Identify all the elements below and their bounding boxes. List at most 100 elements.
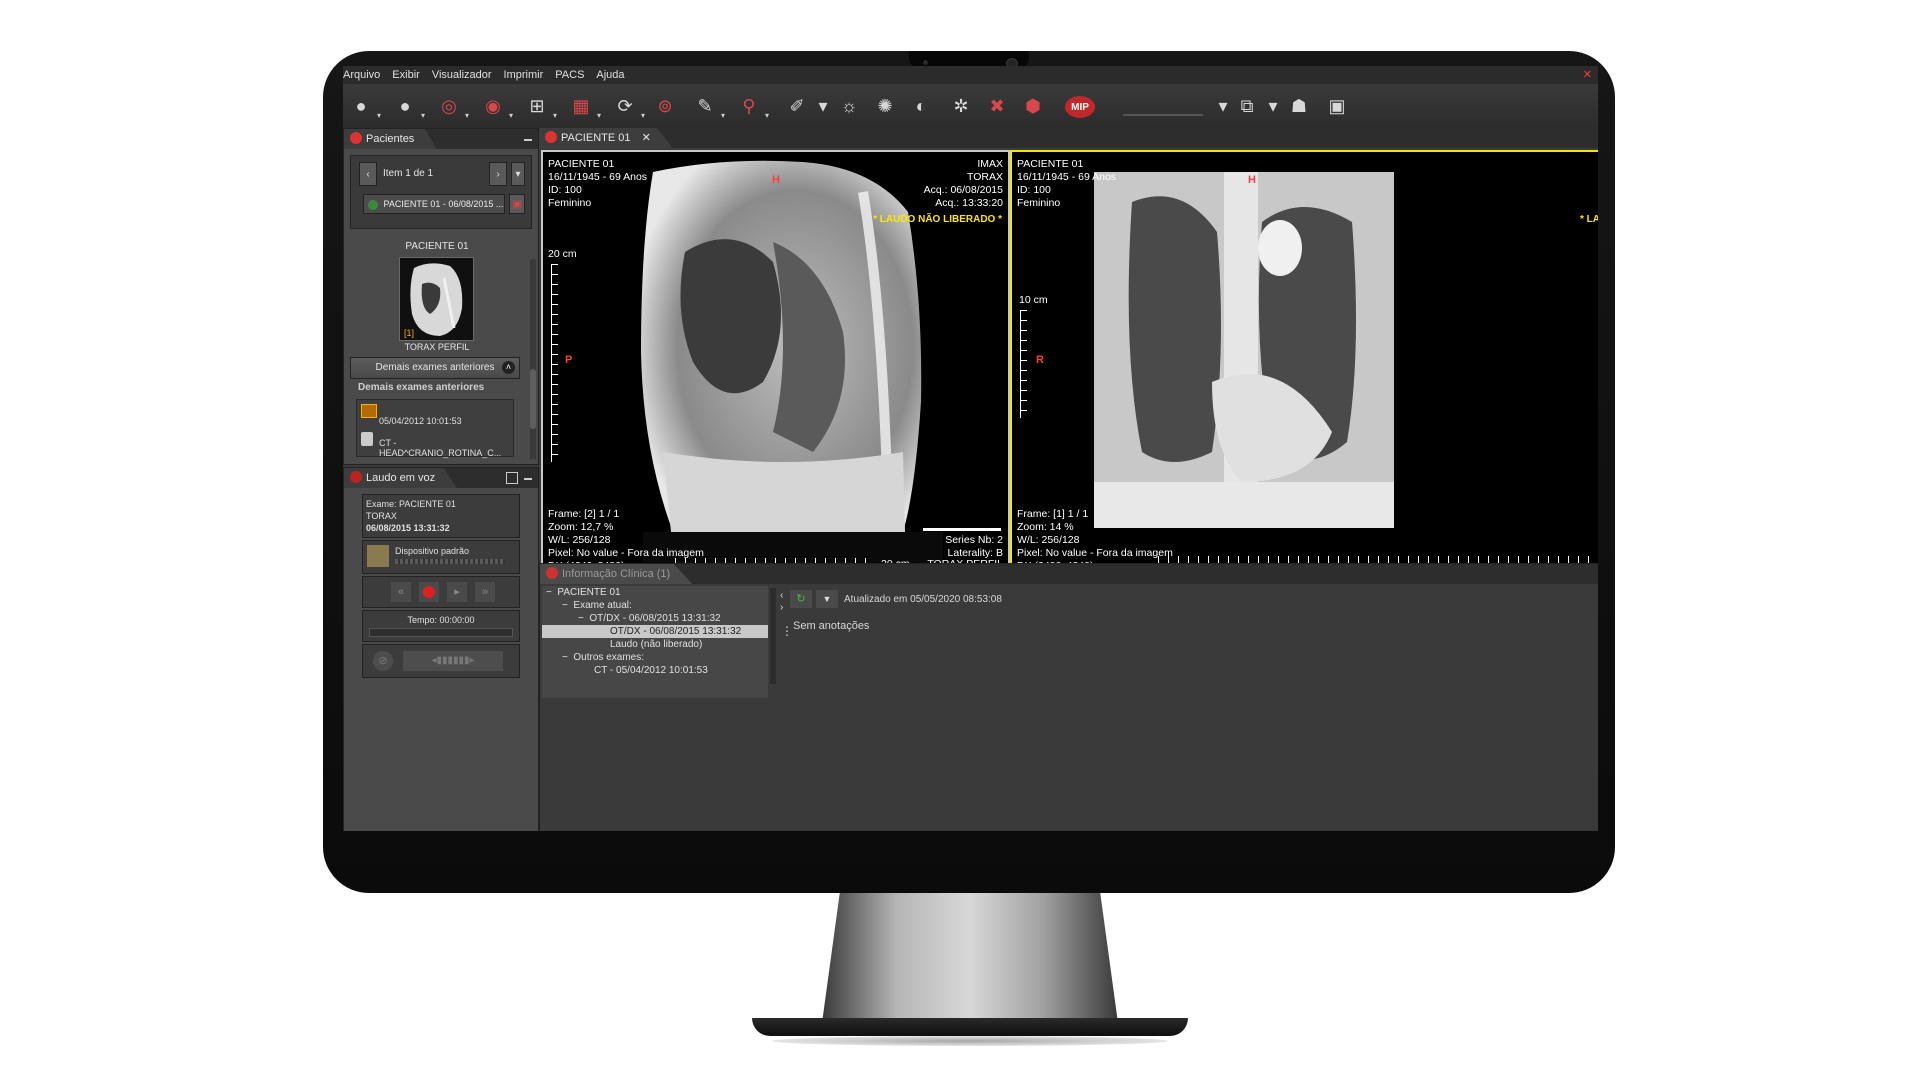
refresh-icon[interactable]: ↻ [790, 590, 812, 608]
contrast-icon[interactable]: ✺ [871, 92, 899, 120]
viewport-right[interactable]: PACIENTE 01 16/11/1945 - 69 Anos ID: 100… [1010, 150, 1598, 575]
patient-search-icon[interactable]: ● ▾ [391, 92, 425, 121]
mip-button[interactable]: MIP [1065, 96, 1095, 118]
tree-scrollbar[interactable] [770, 588, 776, 684]
patient-import-icon[interactable]: ◉ ▾ [479, 92, 513, 121]
menu-exibir[interactable]: Exibir [392, 69, 420, 81]
dropdown-icon[interactable]: ▾ [809, 92, 837, 120]
cancel-icon[interactable]: ⊘ [373, 651, 393, 671]
tab-laudo-em-voz[interactable]: Laudo em voz [344, 468, 458, 488]
tab-paciente-01[interactable]: PACIENTE 01 ✕ [539, 128, 673, 148]
study-overlay-left: IMAX TORAX Acq.: 06/08/2015 Acq.: 13:33:… [924, 158, 1003, 210]
play-icon[interactable]: ▸ [447, 582, 467, 602]
patient-zoom-icon[interactable]: ◎ ▾ [435, 92, 469, 121]
next-patient-button[interactable]: › [489, 162, 507, 186]
collapse-icon[interactable]: ˄ [502, 361, 515, 374]
patient-sex: Feminino [548, 197, 592, 209]
patients-tab-icon [545, 131, 557, 143]
close-tab-icon[interactable]: ✕ [642, 132, 651, 144]
viewer-tab-strip: PACIENTE 01 ✕ [539, 128, 1598, 148]
patients-scrollbar[interactable] [530, 259, 536, 459]
users-icon[interactable]: ☗ [1285, 92, 1313, 120]
series-thumbnail[interactable]: [1] [399, 257, 474, 341]
clinical-info-icon [546, 567, 558, 579]
previous-exam-item[interactable]: 05/04/2012 10:01:53 CT - HEAD^CRANIO_ROT… [356, 399, 514, 458]
orientation-top: H [1248, 174, 1256, 186]
acq-date: Acq.: 06/08/2015 [923, 184, 1003, 196]
popout-icon[interactable] [506, 472, 518, 484]
measure-icon[interactable]: ✐ [783, 92, 811, 120]
minimize-icon[interactable] [524, 478, 532, 480]
menu-visualizador[interactable]: Visualizador [432, 69, 492, 81]
exam-select[interactable]: PACIENTE 01 - 06/08/2015 ... [363, 194, 505, 214]
series-bar [923, 528, 1001, 531]
send-audio-button[interactable]: ◂▮▮▮▮▮▮▸ [403, 651, 503, 671]
invert-icon[interactable]: ◐ [907, 92, 935, 120]
tree-other-exams[interactable]: − Outros exames: [542, 651, 768, 664]
viewport-left[interactable]: PACIENTE 01 16/11/1945 - 69 Anos ID: 100… [541, 150, 1010, 575]
3d-icon[interactable]: ✲ [947, 92, 975, 120]
play-icon [368, 199, 378, 210]
tab-label: PACIENTE 01 [561, 132, 631, 144]
scroll-thumb[interactable] [530, 369, 536, 429]
exam-action-icon[interactable]: ▣ [509, 194, 525, 214]
recording-time: Tempo: 00:00:00 [362, 610, 520, 642]
nav-menu-button[interactable]: ▾ [511, 162, 525, 186]
tiles-icon[interactable]: ▣ [1323, 92, 1351, 120]
series-layout-icon[interactable]: ⧉ [1233, 92, 1261, 120]
tab-informacao-clinica[interactable]: Informação Clínica (1) [540, 564, 693, 584]
notes-text: Sem anotações [793, 620, 870, 632]
menu-imprimir[interactable]: Imprimir [504, 69, 544, 81]
menu-pacs[interactable]: PACS [555, 69, 584, 81]
more-options-icon[interactable]: ⋮ [781, 624, 793, 638]
tree-other-exam-item[interactable]: CT - 05/04/2012 10:01:53 [542, 664, 768, 677]
brightness-icon[interactable]: ☼ [835, 92, 863, 120]
dropdown-icon[interactable]: ▼ [816, 590, 838, 608]
tree-patient[interactable]: − PACIENTE 01 [542, 586, 768, 599]
sensor-icon [923, 60, 928, 65]
vertical-scale-ruler [1020, 310, 1027, 418]
tab-pacientes[interactable]: Pacientes [344, 129, 437, 149]
layout-icon[interactable]: ⊞ ▾ [523, 92, 557, 121]
fast-forward-icon[interactable]: » [475, 582, 495, 602]
minimize-icon[interactable] [524, 139, 532, 141]
microphone-device-icon [367, 545, 389, 567]
collapse-right-icon[interactable]: › [780, 602, 783, 613]
cube-icon[interactable]: ⬢ [1019, 92, 1047, 120]
audio-level-meter [395, 559, 505, 564]
toolbar-slider[interactable] [1123, 114, 1203, 116]
tree-exam-item[interactable]: − OT/DX - 06/08/2015 13:31:32 [542, 612, 768, 625]
close-app-icon[interactable]: ✕ [1583, 68, 1592, 81]
patient-icon[interactable]: ● ▾ [347, 92, 381, 121]
record-button[interactable] [419, 582, 439, 602]
tree-current-exam[interactable]: − Exame atual: [542, 599, 768, 612]
scale-label: 10 cm [1019, 294, 1048, 306]
grid-icon[interactable]: ▦ ▾ [567, 92, 601, 121]
voice-exam-line3: 06/08/2015 13:31:32 [366, 523, 450, 533]
menu-ajuda[interactable]: Ajuda [596, 69, 624, 81]
annotate-icon[interactable]: ✎ ▾ [691, 92, 725, 121]
scale-label: 20 cm [548, 248, 577, 260]
time-label: Tempo: 00:00:00 [407, 615, 475, 625]
voice-exam-info: Exame: PACIENTE 01 TORAX 06/08/2015 13:3… [362, 494, 520, 538]
previous-exams-button[interactable]: Demais exames anteriores ˄ [350, 357, 520, 379]
tree-report[interactable]: Laudo (não liberado) [542, 638, 768, 651]
sync-icon[interactable]: ⟳ ▾ [611, 92, 645, 121]
voice-exam-line1: Exame: PACIENTE 01 [366, 499, 456, 509]
time-progress [369, 628, 513, 637]
reconstruction-icon[interactable]: ✖ [983, 92, 1011, 120]
wl-info: W/L: 256/128 [1017, 534, 1080, 546]
previous-exam-desc: CT - HEAD^CRANIO_ROTINA_C... [379, 438, 502, 458]
rotate-icon[interactable]: ⊚ [651, 92, 679, 120]
study-name: TORAX [967, 171, 1003, 183]
zoom-icon[interactable]: ⚲ ▾ [735, 92, 769, 121]
dropdown-icon[interactable]: ▾ [1259, 92, 1287, 120]
audio-device[interactable]: Dispositivo padrão [362, 540, 520, 574]
tree-exam-selected[interactable]: OT/DX - 06/08/2015 13:31:32 [542, 625, 768, 638]
menu-arquivo[interactable]: Arquivo [343, 69, 380, 81]
rewind-icon[interactable]: « [391, 582, 411, 602]
voice-panel-header: Laudo em voz [344, 468, 538, 488]
prev-patient-button[interactable]: ‹ [359, 162, 377, 186]
collapse-left-icon[interactable]: ‹ [780, 590, 783, 601]
series-number: Series Nb: 2 [945, 534, 1003, 546]
